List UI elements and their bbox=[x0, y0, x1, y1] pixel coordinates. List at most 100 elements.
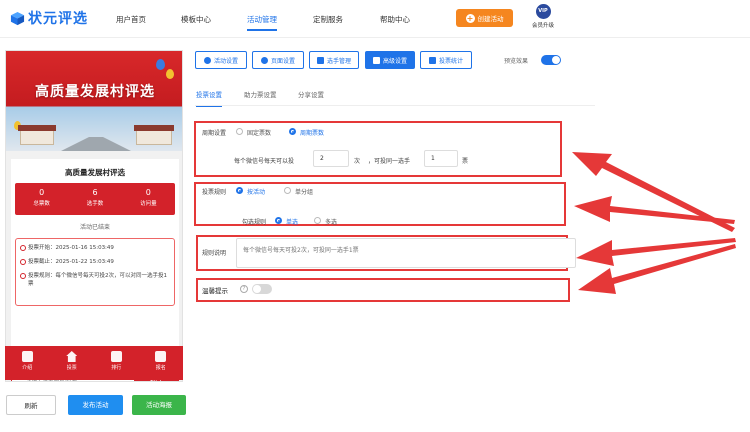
users-icon bbox=[316, 56, 324, 64]
periodic-votes-radio[interactable] bbox=[289, 128, 296, 135]
vote-rule-text: 投票规则：每个微信号每天可投2次，可以对同一选手投1票 bbox=[28, 273, 168, 287]
nav-activity-management[interactable]: 活动管理 bbox=[247, 14, 277, 31]
gear-icon bbox=[203, 56, 211, 64]
multiple-choice-label: 多选 bbox=[325, 219, 338, 226]
road-decoration bbox=[61, 137, 131, 151]
vote-start-text: 投票开始：2025-01-16 15:03:49 bbox=[28, 245, 114, 251]
stat-value: 6 bbox=[92, 188, 98, 197]
vote-end-text: 投票截止：2025-01-22 15:03:49 bbox=[28, 259, 114, 265]
bar-chart-icon bbox=[428, 56, 436, 64]
stats-bar: 0 总票数 6 选手数 0 访问量 bbox=[15, 183, 175, 215]
single-choice-radio[interactable] bbox=[275, 217, 282, 224]
tab-vote[interactable]: 投票 bbox=[50, 346, 95, 380]
check-rule-label: 勾选规则 bbox=[242, 219, 267, 226]
tab-label: 介绍 bbox=[22, 365, 33, 371]
info-row: 投票截止：2025-01-22 15:03:49 bbox=[20, 258, 170, 266]
clock-icon bbox=[20, 245, 26, 251]
logo[interactable]: 状元评选 bbox=[10, 8, 88, 28]
vip-badge-icon: VIP bbox=[535, 4, 551, 19]
logo-cube-icon bbox=[10, 11, 25, 25]
page-settings-button[interactable]: 页面设置 bbox=[252, 51, 304, 69]
create-activity-button[interactable]: + 创建活动 bbox=[456, 9, 513, 27]
by-activity-label: 按活动 bbox=[247, 189, 266, 196]
advanced-settings-button[interactable]: 高级设置 bbox=[365, 51, 415, 69]
stat-value: 0 bbox=[39, 188, 45, 197]
toggle-knob bbox=[552, 56, 560, 64]
nav-custom-service[interactable]: 定制服务 bbox=[313, 14, 343, 25]
nav-template-center[interactable]: 模板中心 bbox=[181, 14, 211, 25]
tab-share-settings[interactable]: 分享设置 bbox=[298, 89, 324, 99]
building-decoration bbox=[20, 129, 54, 145]
single-group-radio[interactable] bbox=[284, 187, 291, 194]
stat-label: 选手数 bbox=[86, 201, 104, 207]
banner-title: 高质量发展村评选 bbox=[35, 84, 155, 100]
create-activity-label: 创建活动 bbox=[477, 15, 504, 23]
vip-upgrade-label: 会员升级 bbox=[531, 23, 554, 29]
preview-effect-label: 预览效果 bbox=[504, 58, 529, 65]
question-icon[interactable]: ? bbox=[240, 285, 248, 293]
periodic-votes-label: 周期票数 bbox=[300, 130, 325, 137]
sliders-icon bbox=[372, 56, 380, 64]
same-contestant-prefix: ，可投同一选手 bbox=[368, 158, 411, 165]
toolbar-label: 页面设置 bbox=[270, 57, 295, 65]
clock-icon bbox=[20, 259, 26, 265]
arrow-to-vote-rules bbox=[574, 196, 735, 224]
balloon-decoration bbox=[166, 69, 174, 79]
same-contestant-input[interactable] bbox=[424, 150, 458, 167]
activity-status: 活动已结束 bbox=[79, 224, 110, 231]
vote-statistics-button[interactable]: 投票统计 bbox=[420, 51, 472, 69]
fixed-votes-label: 固定票数 bbox=[247, 130, 272, 137]
contestant-management-button[interactable]: 选手管理 bbox=[309, 51, 359, 69]
tab-ranking[interactable]: 排行 bbox=[94, 346, 139, 380]
tip-toggle[interactable] bbox=[252, 284, 272, 294]
ranking-icon bbox=[110, 351, 122, 362]
tab-label: 排行 bbox=[111, 365, 122, 371]
home-icon bbox=[66, 351, 78, 362]
balloon-decoration bbox=[156, 59, 165, 70]
daily-votes-input[interactable] bbox=[313, 150, 349, 167]
tab-label: 投票 bbox=[66, 365, 77, 371]
logo-text: 状元评选 bbox=[28, 11, 88, 27]
rule-description-label: 规则说明 bbox=[202, 250, 227, 257]
multiple-choice-radio[interactable] bbox=[314, 217, 321, 224]
nav-user-home[interactable]: 用户首页 bbox=[116, 14, 146, 25]
toolbar-label: 投票统计 bbox=[438, 57, 463, 65]
toolbar-label: 活动设置 bbox=[213, 57, 238, 65]
toolbar-label: 选手管理 bbox=[326, 57, 351, 65]
toggle-knob bbox=[253, 285, 261, 293]
stat-value: 0 bbox=[145, 188, 151, 197]
stat-total-votes: 0 总票数 bbox=[15, 183, 68, 215]
publish-activity-button[interactable]: 发布活动 bbox=[68, 395, 123, 415]
roof-decoration bbox=[18, 125, 56, 131]
annotation-arrows bbox=[572, 152, 736, 294]
activity-settings-button[interactable]: 活动设置 bbox=[195, 51, 247, 69]
tabs-divider bbox=[195, 105, 595, 106]
tab-signup[interactable]: 报名 bbox=[139, 346, 184, 380]
vote-rules-label: 投票规则 bbox=[202, 189, 227, 196]
clock-icon bbox=[20, 273, 26, 279]
info-row: 投票规则：每个微信号每天可投2次，可以对同一选手投1票 bbox=[20, 272, 170, 288]
tab-vote-settings[interactable]: 投票设置 bbox=[196, 89, 222, 107]
by-activity-radio[interactable] bbox=[236, 187, 243, 194]
vip-upgrade[interactable]: VIP 会员升级 bbox=[530, 4, 556, 34]
activity-info-box: 投票开始：2025-01-16 15:03:49 投票截止：2025-01-22… bbox=[15, 238, 175, 306]
activity-card: 高质量发展村评选 0 总票数 6 选手数 0 访问量 活动已结束 投票开始：20… bbox=[11, 159, 179, 359]
fixed-votes-radio[interactable] bbox=[236, 128, 243, 135]
top-navigation: 状元评选 用户首页 模板中心 活动管理 定制服务 帮助中心 + 创建活动 VIP… bbox=[0, 0, 750, 38]
tab-label: 报名 bbox=[155, 365, 166, 371]
tab-intro[interactable]: 介绍 bbox=[5, 346, 50, 380]
nav-help-center[interactable]: 帮助中心 bbox=[380, 14, 410, 25]
refresh-button[interactable]: 刷新 bbox=[6, 395, 56, 415]
single-choice-label: 单选 bbox=[286, 219, 299, 226]
tip-label: 温馨提示 bbox=[202, 287, 228, 295]
stat-label: 访问量 bbox=[140, 201, 157, 207]
activity-title: 高质量发展村评选 bbox=[65, 168, 125, 177]
banner-image: 高质量发展村评选 bbox=[6, 51, 182, 151]
signup-icon bbox=[155, 351, 167, 362]
building-decoration bbox=[136, 129, 172, 145]
mobile-preview: 高质量发展村评选 高质量发展村评选 0 总票数 6 选手数 0 访问量 活动已结… bbox=[5, 50, 183, 382]
activity-poster-button[interactable]: 活动海报 bbox=[132, 395, 186, 415]
rule-description-textarea[interactable] bbox=[236, 238, 576, 268]
tab-boost-vote-settings[interactable]: 助力票设置 bbox=[244, 89, 277, 99]
preview-effect-toggle[interactable] bbox=[541, 55, 561, 65]
